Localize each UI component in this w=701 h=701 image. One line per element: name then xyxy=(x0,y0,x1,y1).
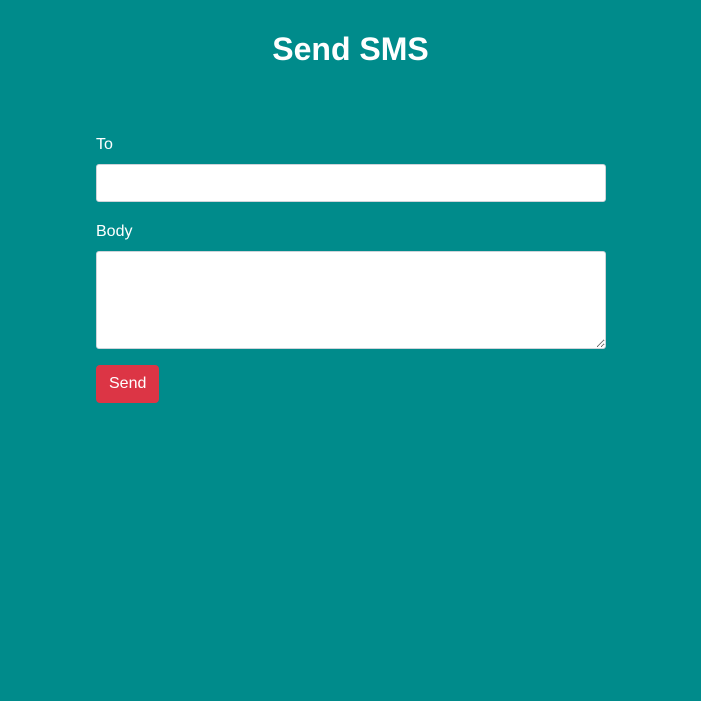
send-sms-form: To Body Send xyxy=(96,134,606,403)
to-input[interactable] xyxy=(96,164,606,202)
body-label: Body xyxy=(96,223,133,240)
page-title: Send SMS xyxy=(272,31,429,67)
to-label: To xyxy=(96,136,113,153)
send-button[interactable]: Send xyxy=(96,365,160,403)
body-textarea[interactable] xyxy=(96,251,606,349)
